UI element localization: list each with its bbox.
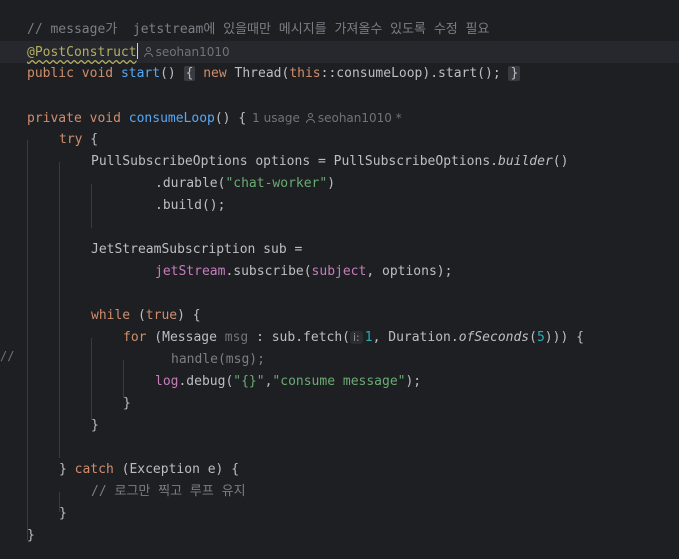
code-line-consume-loop[interactable]: private void consumeLoop() {1 usage seoha… (27, 107, 402, 129)
code-line-close-while[interactable]: } (91, 415, 99, 437)
code-line-close-for[interactable]: } (123, 393, 131, 415)
author-hint[interactable]: seohan1010 * (305, 111, 402, 125)
code-line-catch[interactable]: } catch (Exception e) { (59, 459, 239, 481)
indent-guide (91, 184, 92, 228)
code-line-start-method[interactable]: public void start() { new Thread(this::c… (27, 63, 521, 85)
usage-hint[interactable]: 1 usage (252, 111, 300, 125)
indent-guide (27, 140, 28, 540)
gutter-comment-mark: // (0, 349, 15, 363)
code-line-subscription[interactable]: JetStreamSubscription sub = (91, 239, 302, 261)
person-icon (305, 113, 315, 123)
code-line-annotation[interactable]: @PostConstruct seohan1010 (27, 41, 230, 63)
code-line-close-catch[interactable]: } (59, 503, 67, 525)
code-line-durable[interactable]: .durable("chat-worker") (155, 173, 335, 195)
code-line-close-method[interactable]: } (27, 525, 35, 547)
folded-block-close[interactable]: } (508, 66, 521, 81)
code-line-try[interactable]: try { (59, 129, 98, 151)
annotation-post-construct[interactable]: @PostConstruct (27, 45, 137, 60)
method-consume-loop: consumeLoop (128, 111, 215, 126)
code-line-build[interactable]: .build(); (155, 195, 225, 217)
person-icon (143, 47, 153, 57)
code-line-options[interactable]: PullSubscribeOptions options = PullSubsc… (91, 151, 568, 173)
code-line-while[interactable]: while (true) { (91, 305, 201, 327)
folded-block-open[interactable]: { (183, 66, 196, 81)
method-start: start (120, 66, 161, 81)
parameter-hint: i: (350, 331, 363, 344)
author-hint[interactable]: seohan1010 (143, 45, 230, 59)
code-line-log[interactable]: log.debug("{}","consume message"); (155, 371, 421, 393)
code-line-catch-comment[interactable]: // 로그만 찍고 루프 유지 (91, 481, 246, 503)
indent-guide (91, 338, 92, 420)
text-cursor (136, 43, 138, 59)
code-line-subscribe[interactable]: jetStream.subscribe(subject, options); (155, 261, 452, 283)
code-line-handle[interactable]: handle(msg); (171, 349, 265, 371)
indent-guide (59, 162, 60, 458)
code-line-for[interactable]: for (Message msg : sub.fetch(i: 1, Durati… (123, 327, 584, 349)
code-line-comment[interactable]: // message가 jetstream에 있을때만 메시지를 가져올수 있도… (27, 19, 489, 41)
